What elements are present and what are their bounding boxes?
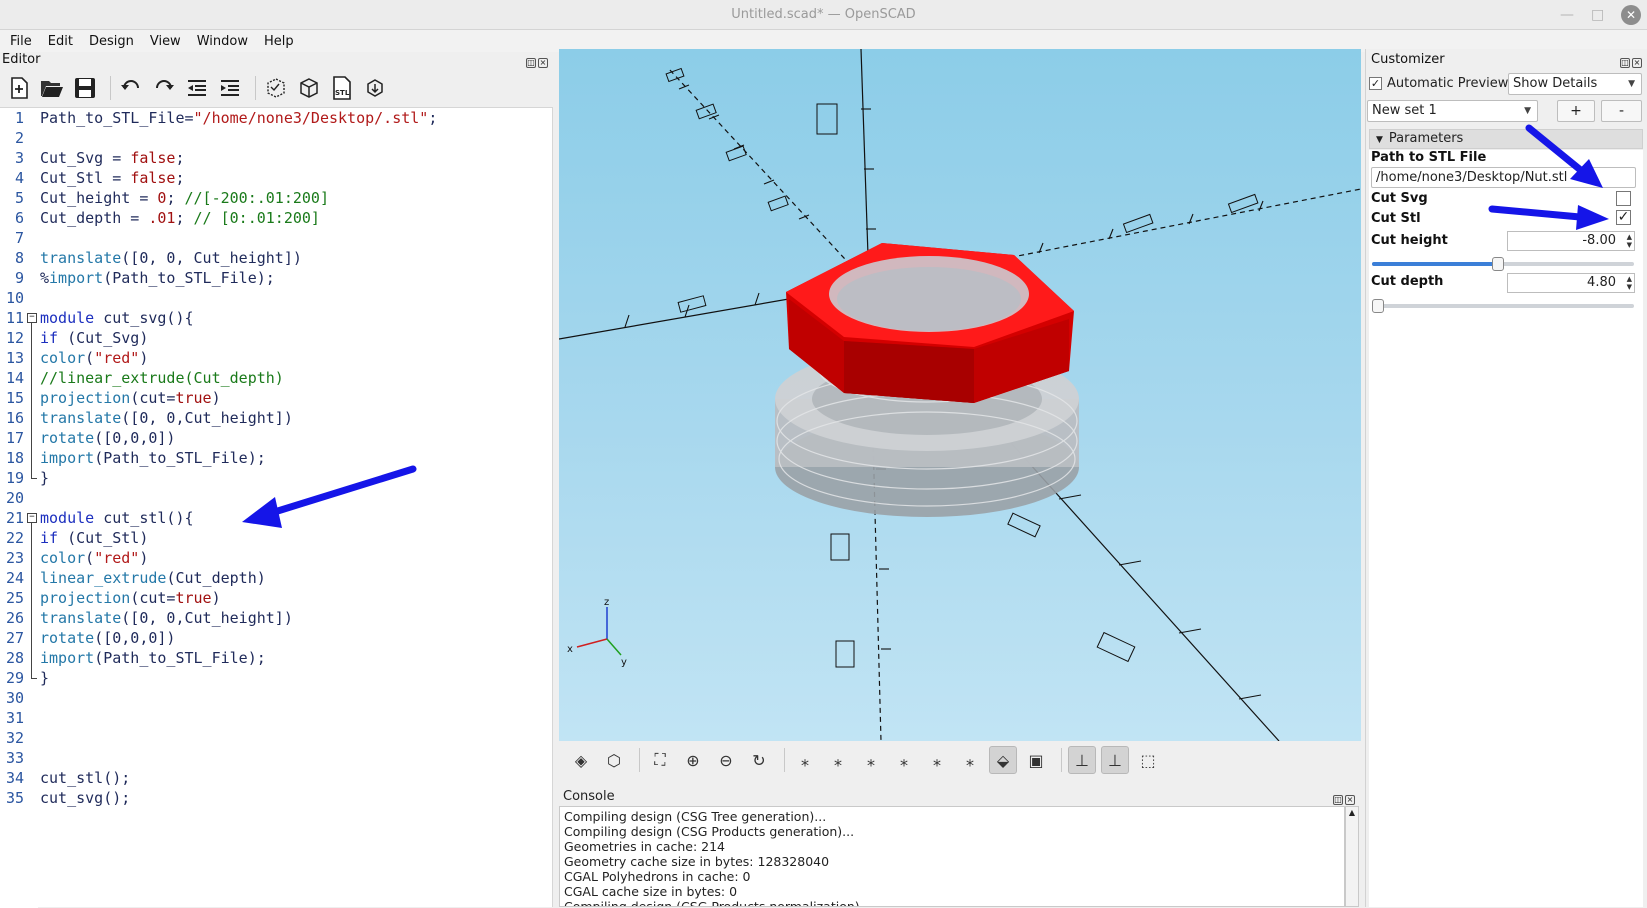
annotation-overlay: [242, 124, 1609, 528]
annotation-arrows: [242, 124, 1609, 528]
annotation-arrowhead-cut-stl: [1576, 205, 1609, 230]
annotation-arrow-cut-stl: [1488, 205, 1584, 221]
annotation-arrowhead-editor: [242, 497, 282, 528]
annotation-arrow-cut-svg: [1525, 124, 1587, 176]
annotation-arrow-editor: [264, 465, 417, 518]
